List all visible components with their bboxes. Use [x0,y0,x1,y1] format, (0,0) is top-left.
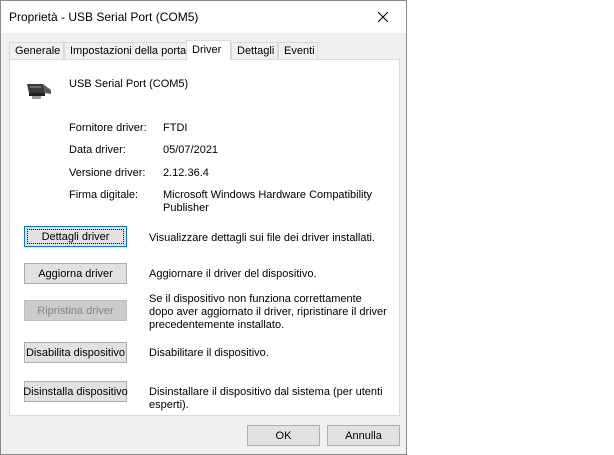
uninstall-device-button[interactable]: Disinstalla dispositivo [23,381,128,402]
tab-label: Impostazioni della porta [70,45,187,57]
rollback-driver-description: Se il dispositivo non funziona correttam… [149,293,387,331]
uninstall-device-description: Disinstallare il dispositivo dal sistema… [149,386,383,411]
update-driver-description: Aggiornare il driver del dispositivo. [149,268,317,280]
button-label: Dettagli driver [41,230,110,243]
button-label: Ripristina driver [37,304,114,317]
tab-label: Eventi [284,45,315,57]
provider-value: FTDI [163,122,188,134]
properties-dialog: Proprietà - USB Serial Port (COM5) Gener… [0,0,407,455]
tab-label: Generale [15,45,61,57]
disable-device-description: Disabilitare il dispositivo. [149,347,269,359]
driver-details-description: Visualizzare dettagli sui file dei drive… [149,232,376,244]
button-label: OK [275,429,292,442]
date-value: 05/07/2021 [163,144,219,156]
version-value: 2.12.36.4 [163,167,209,179]
button-label: Annulla [345,429,382,442]
tab-generale[interactable]: Generale [9,42,64,59]
provider-label: Fornitore driver: [69,122,147,134]
tab-dettagli[interactable]: Dettagli [231,42,278,59]
driver-tab-panel: USB Serial Port (COM5) Fornitore driver:… [9,59,400,416]
update-driver-button[interactable]: Aggiorna driver [24,263,127,284]
button-label: Disabilita dispositivo [25,346,126,359]
date-label: Data driver: [69,144,126,156]
button-label: Disinstalla dispositivo [23,385,128,398]
disable-device-button[interactable]: Disabilita dispositivo [24,342,127,363]
tab-eventi[interactable]: Eventi [278,42,318,59]
usb-connector-icon [27,84,51,99]
rollback-driver-button: Ripristina driver [24,300,127,321]
cancel-button[interactable]: Annulla [327,425,400,446]
driver-details-button[interactable]: Dettagli driver [24,226,127,247]
version-label: Versione driver: [69,167,146,179]
tab-label: Dettagli [237,45,275,57]
window-title: Proprietà - USB Serial Port (COM5) [9,10,199,24]
tab-label: Driver [192,44,222,56]
tab-impostazioni-porta[interactable]: Impostazioni della porta [64,42,187,59]
close-button[interactable] [360,1,406,33]
ok-button[interactable]: OK [247,425,320,446]
device-name: USB Serial Port (COM5) [69,78,189,90]
tab-driver[interactable]: Driver [186,40,231,61]
signer-value: Microsoft Windows Hardware Compatibility… [163,189,373,214]
title-bar[interactable]: Proprietà - USB Serial Port (COM5) [1,1,406,33]
signer-label: Firma digitale: [69,189,139,201]
close-icon [378,12,388,22]
button-label: Aggiorna driver [38,267,113,280]
